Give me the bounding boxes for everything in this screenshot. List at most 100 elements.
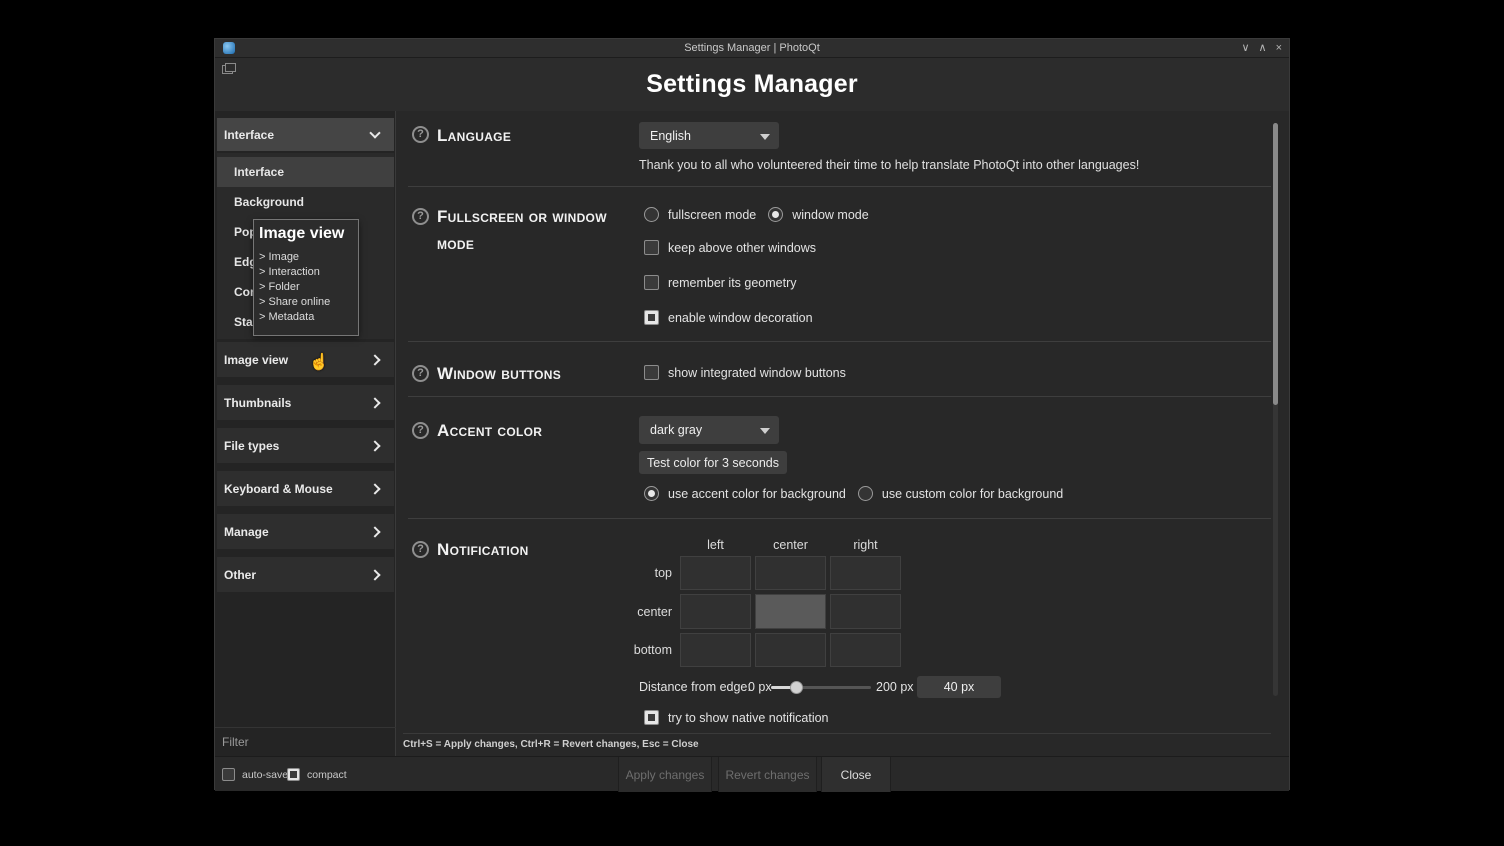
radio-label[interactable]: window mode (792, 208, 868, 222)
checkbox-keep-above[interactable]: keep above other windows (644, 239, 816, 256)
radio-label[interactable]: fullscreen mode (668, 208, 756, 222)
tooltip-item: > Image (259, 250, 358, 265)
scrollbar-handle[interactable] (1273, 123, 1278, 405)
checkbox-label[interactable]: try to show native notification (668, 711, 829, 725)
help-icon[interactable]: ? (412, 541, 429, 558)
tooltip-item: > Interaction (259, 265, 358, 280)
grid-col-label: left (680, 538, 751, 552)
accent-radio-group: use accent color for background use cust… (644, 485, 1063, 502)
notif-cell-top-right[interactable] (830, 556, 901, 590)
sidebar-item-image-view[interactable]: Image view (217, 342, 394, 377)
dropdown-value: dark gray (650, 423, 702, 437)
checkbox-box[interactable] (644, 240, 659, 255)
chevron-right-icon (369, 397, 380, 408)
radio-label[interactable]: use accent color for background (668, 487, 846, 501)
settings-window: Settings Manager | PhotoQt ∨ ∧ × Setting… (214, 38, 1290, 790)
sidebar-subitem-background[interactable]: Background (217, 187, 394, 217)
sidebar-item-label: Interface (224, 128, 274, 142)
sidebar-item-file-types[interactable]: File types (217, 428, 394, 463)
radio-circle[interactable] (768, 207, 783, 222)
scrollbar-track[interactable] (1273, 123, 1278, 696)
checkbox-native-notification[interactable]: try to show native notification (644, 709, 829, 726)
checkbox-box[interactable] (222, 768, 235, 781)
apply-changes-button[interactable]: Apply changes (618, 757, 712, 792)
help-icon[interactable]: ? (412, 126, 429, 143)
sidebar-item-label: Other (224, 568, 256, 582)
grid-row-label: top (600, 566, 676, 580)
notif-cell-bottom-center[interactable] (755, 633, 826, 667)
popout-icon[interactable] (222, 65, 233, 74)
subitem-label: Interface (234, 165, 284, 179)
checkbox-label[interactable]: remember its geometry (668, 276, 797, 290)
checkbox-box[interactable] (287, 768, 300, 781)
chevron-right-icon (369, 483, 380, 494)
radio-circle[interactable] (858, 486, 873, 501)
distance-max-label: 200 px (876, 680, 914, 694)
slider-handle[interactable] (790, 681, 803, 694)
maximize-icon[interactable]: ∧ (1259, 39, 1267, 57)
notif-cell-center-center[interactable] (755, 594, 826, 629)
checkbox-label[interactable]: compact (307, 769, 347, 781)
minimize-icon[interactable]: ∨ (1241, 39, 1249, 57)
sidebar-item-label: Manage (224, 525, 269, 539)
close-icon[interactable]: × (1276, 39, 1282, 57)
help-icon[interactable]: ? (412, 422, 429, 439)
sidebar-item-other[interactable]: Other (217, 557, 394, 592)
revert-changes-button[interactable]: Revert changes (718, 757, 817, 792)
sidebar-item-label: Thumbnails (224, 396, 291, 410)
notif-cell-top-center[interactable] (755, 556, 826, 590)
section-divider (408, 518, 1271, 519)
checkbox-label[interactable]: keep above other windows (668, 241, 816, 255)
checkbox-label[interactable]: show integrated window buttons (668, 366, 846, 380)
tooltip-item: > Folder (259, 280, 358, 295)
notif-cell-bottom-right[interactable] (830, 633, 901, 667)
test-color-button[interactable]: Test color for 3 seconds (639, 451, 787, 474)
notif-cell-center-right[interactable] (830, 594, 901, 629)
section-title-language: Language (437, 122, 511, 149)
checkbox-label[interactable]: auto-save (242, 769, 288, 781)
dropdown-value: English (650, 129, 691, 143)
filter-input[interactable] (215, 728, 396, 756)
sidebar-item-manage[interactable]: Manage (217, 514, 394, 549)
sidebar-item-label: Image view (224, 353, 288, 367)
section-title-notification: Notification (437, 536, 529, 563)
notif-cell-center-left[interactable] (680, 594, 751, 629)
tooltip-item: > Share online (259, 295, 358, 310)
radio-use-accent-color[interactable]: use accent color for background (644, 486, 846, 501)
radio-window-mode[interactable]: window mode (768, 207, 868, 222)
distance-value-box[interactable]: 40 px (917, 676, 1001, 698)
radio-fullscreen-mode[interactable]: fullscreen mode (644, 207, 756, 222)
notif-cell-top-left[interactable] (680, 556, 751, 590)
radio-circle[interactable] (644, 207, 659, 222)
section-title-window-buttons: Window buttons (437, 360, 561, 387)
checkbox-remember-geometry[interactable]: remember its geometry (644, 274, 797, 291)
radio-label[interactable]: use custom color for background (882, 487, 1063, 501)
checkbox-auto-save[interactable]: auto-save (222, 757, 288, 792)
notif-cell-bottom-left[interactable] (680, 633, 751, 667)
checkbox-box[interactable] (644, 310, 659, 325)
distance-min-label: 0 px (748, 680, 772, 694)
checkbox-box[interactable] (644, 365, 659, 380)
sidebar-subitem-interface[interactable]: Interface (217, 157, 394, 187)
sidebar-item-keyboard-mouse[interactable]: Keyboard & Mouse (217, 471, 394, 506)
accent-color-dropdown[interactable]: dark gray (639, 416, 779, 444)
checkbox-window-decoration[interactable]: enable window decoration (644, 309, 813, 326)
sidebar-item-interface[interactable]: Interface (217, 118, 394, 151)
help-icon[interactable]: ? (412, 365, 429, 382)
radio-circle[interactable] (644, 486, 659, 501)
close-button[interactable]: Close (821, 757, 891, 792)
radio-use-custom-color[interactable]: use custom color for background (858, 486, 1063, 501)
checkbox-box[interactable] (644, 710, 659, 725)
language-dropdown[interactable]: English (639, 122, 779, 149)
help-icon[interactable]: ? (412, 208, 429, 225)
titlebar[interactable]: Settings Manager | PhotoQt ∨ ∧ × (215, 39, 1289, 58)
hand-cursor-icon: ☝ (309, 352, 329, 372)
page-title: Settings Manager (646, 70, 858, 99)
sidebar-item-label: Keyboard & Mouse (224, 482, 333, 496)
checkbox-label[interactable]: enable window decoration (668, 311, 813, 325)
checkbox-box[interactable] (644, 275, 659, 290)
checkbox-compact[interactable]: compact (287, 757, 347, 792)
checkbox-integrated-buttons[interactable]: show integrated window buttons (644, 364, 846, 381)
distance-slider[interactable] (771, 677, 871, 698)
sidebar-item-thumbnails[interactable]: Thumbnails (217, 385, 394, 420)
